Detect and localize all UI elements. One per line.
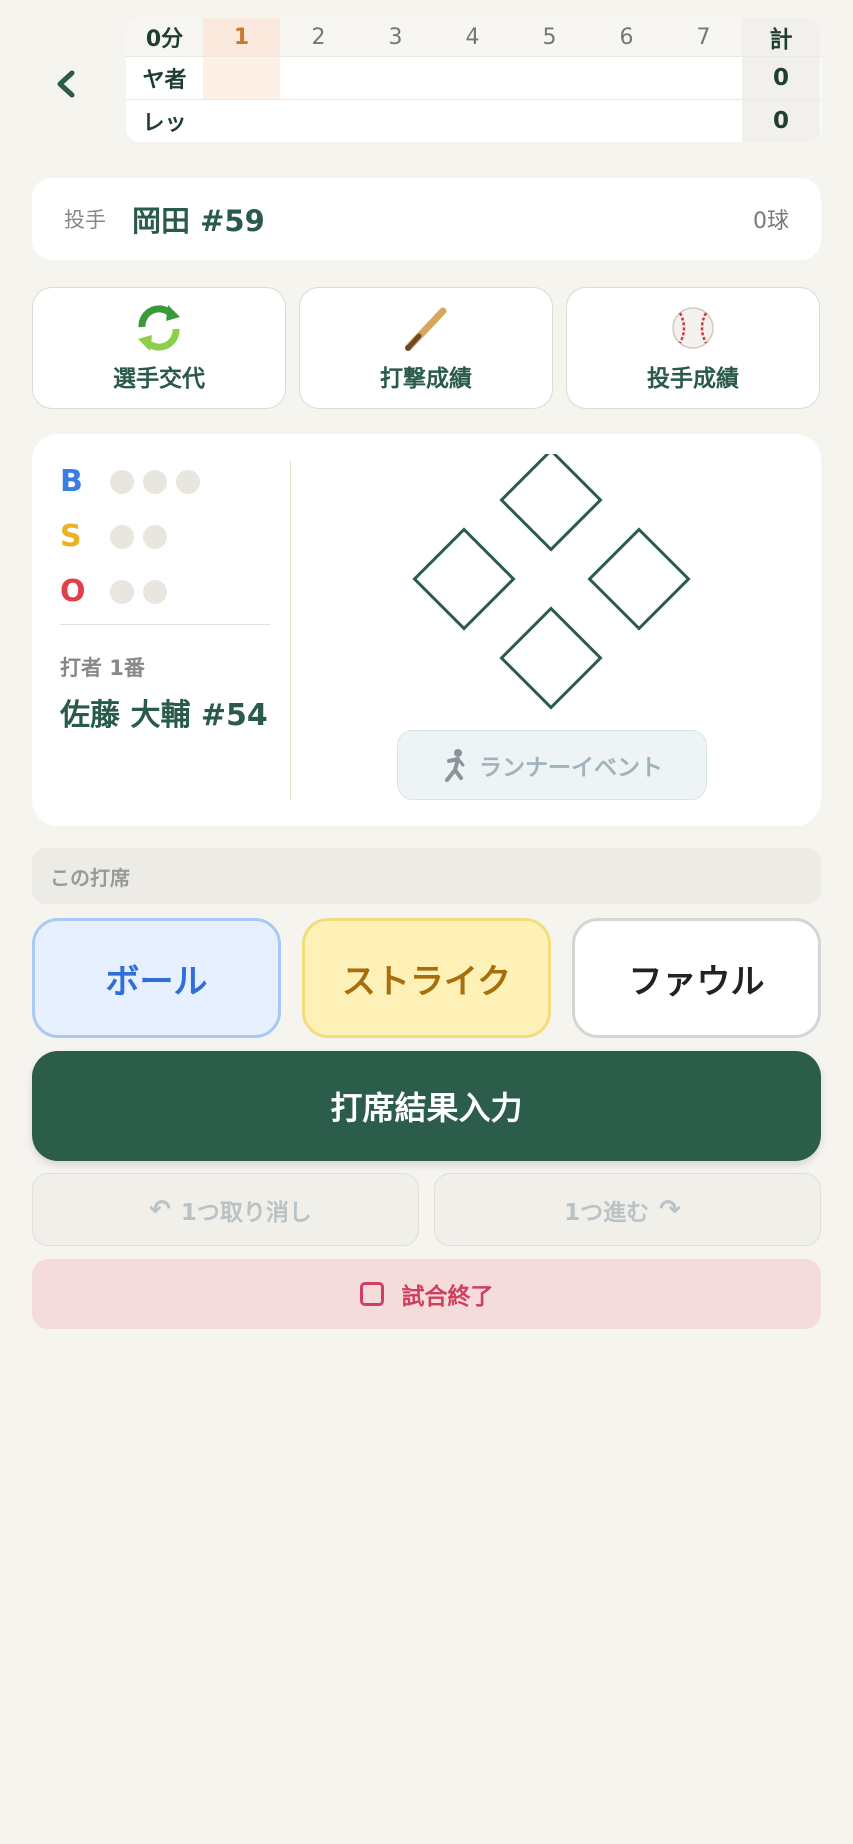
- first-base[interactable]: [587, 527, 691, 631]
- inning-header-3: 3: [388, 24, 403, 50]
- third-base[interactable]: [412, 527, 516, 631]
- current-at-bat-bar: この打席: [32, 848, 821, 904]
- inning-header-1: 1: [203, 18, 280, 56]
- redo-icon: ↷: [659, 1194, 681, 1225]
- pitch-count: 0球: [753, 209, 789, 234]
- batter-order: 打者 1番: [60, 656, 145, 680]
- bat-icon: [405, 307, 447, 351]
- inning-score-cell: [511, 57, 588, 99]
- strike-indicator: [110, 524, 134, 549]
- undo-icon: ↶: [149, 1194, 171, 1225]
- inning-header-7: 7: [696, 24, 711, 50]
- checkbox-icon: [359, 1282, 384, 1306]
- team-name: ヤ者: [142, 68, 187, 93]
- out-indicator: [143, 579, 167, 604]
- second-base[interactable]: [499, 454, 603, 552]
- runner-event-button[interactable]: ランナーイベント: [397, 730, 707, 800]
- foul-button[interactable]: ファウル: [572, 918, 821, 1038]
- pitcher-card[interactable]: 投手 岡田 #59 0球: [32, 178, 821, 260]
- out-count-row[interactable]: O: [60, 574, 176, 609]
- redo-label: 1つ進む: [564, 1199, 650, 1226]
- inning-score-cell: [665, 100, 742, 142]
- inning-header-5: 5: [542, 24, 557, 50]
- team-name: レッ: [142, 111, 187, 136]
- strike-count-row[interactable]: S: [60, 519, 176, 554]
- out-indicator: [110, 579, 134, 604]
- inning-score-cell: [588, 100, 665, 142]
- pitching-stats-button[interactable]: 投手成績: [566, 287, 820, 409]
- scoreboard-corner-label: 0分: [145, 27, 184, 52]
- home-plate[interactable]: [499, 606, 603, 710]
- inning-header-6: 6: [619, 24, 634, 50]
- inning-score-cell: [280, 100, 357, 142]
- inning-score-cell: [511, 100, 588, 142]
- ball-indicator: [110, 469, 134, 494]
- field-card: B S O 打者 1番 佐藤 大輔 #54 ランナーイベント: [32, 434, 821, 826]
- chevron-left-icon: [57, 70, 75, 98]
- player-change-button[interactable]: 選手交代: [32, 287, 286, 409]
- team-total: 0: [742, 100, 820, 142]
- end-game-label: 試合終了: [401, 1284, 494, 1310]
- player-change-label: 選手交代: [113, 366, 205, 392]
- ball-indicator: [176, 469, 200, 494]
- batter-name: 佐藤 大輔 #54: [60, 698, 268, 733]
- pitcher-name: 岡田 #59: [132, 204, 265, 238]
- runner-icon: [445, 749, 465, 782]
- inning-score-cell: [434, 100, 511, 142]
- inning-score-cell: [357, 100, 434, 142]
- vertical-divider: [290, 460, 291, 800]
- undo-label: 1つ取り消し: [180, 1199, 312, 1226]
- inning-score-cell: [280, 57, 357, 99]
- strike-button[interactable]: ストライク: [302, 918, 551, 1038]
- ball-letter: B: [60, 464, 83, 499]
- undo-button[interactable]: ↶ 1つ取り消し: [32, 1173, 419, 1246]
- batting-stats-button[interactable]: 打撃成績: [299, 287, 553, 409]
- ball-indicator: [143, 469, 167, 494]
- scoreboard-team-row: レッ 0: [126, 99, 821, 142]
- team-total: 0: [742, 57, 820, 99]
- inning-score-cell: [434, 57, 511, 99]
- strike-indicator: [143, 524, 167, 549]
- scoreboard-team-row: ヤ者 0: [126, 56, 821, 99]
- inning-score-cell: [357, 57, 434, 99]
- pitcher-label: 投手: [64, 208, 106, 232]
- runner-event-label: ランナーイベント: [479, 755, 663, 781]
- baseball-icon: [672, 307, 714, 349]
- back-button[interactable]: [44, 62, 88, 106]
- scoreboard-header-row: 0分 1 2 3 4 5 6 7 計: [126, 18, 821, 56]
- redo-button[interactable]: 1つ進む ↷: [434, 1173, 821, 1246]
- end-game-button[interactable]: 試合終了: [32, 1259, 821, 1329]
- total-header: 計: [742, 18, 820, 56]
- ball-button[interactable]: ボール: [32, 918, 281, 1038]
- batting-stats-label: 打撃成績: [380, 366, 472, 392]
- out-letter: O: [60, 574, 86, 609]
- at-bat-result-button[interactable]: 打席結果入力: [32, 1051, 821, 1161]
- inning-score-cell: [665, 57, 742, 99]
- inning-score-cell: [203, 57, 280, 99]
- strike-letter: S: [60, 519, 82, 554]
- scoreboard: 0分 1 2 3 4 5 6 7 計 ヤ者 0 レッ 0: [126, 18, 821, 142]
- inning-score-cell: [588, 57, 665, 99]
- bases-diagram: [412, 454, 691, 710]
- ball-count-row[interactable]: B: [60, 464, 209, 499]
- pitching-stats-label: 投手成績: [647, 366, 739, 392]
- inning-score-cell: [203, 100, 280, 142]
- inning-header-4: 4: [465, 24, 480, 50]
- swap-icon: [138, 305, 180, 351]
- inning-header-2: 2: [311, 24, 326, 50]
- count-divider: [60, 624, 270, 625]
